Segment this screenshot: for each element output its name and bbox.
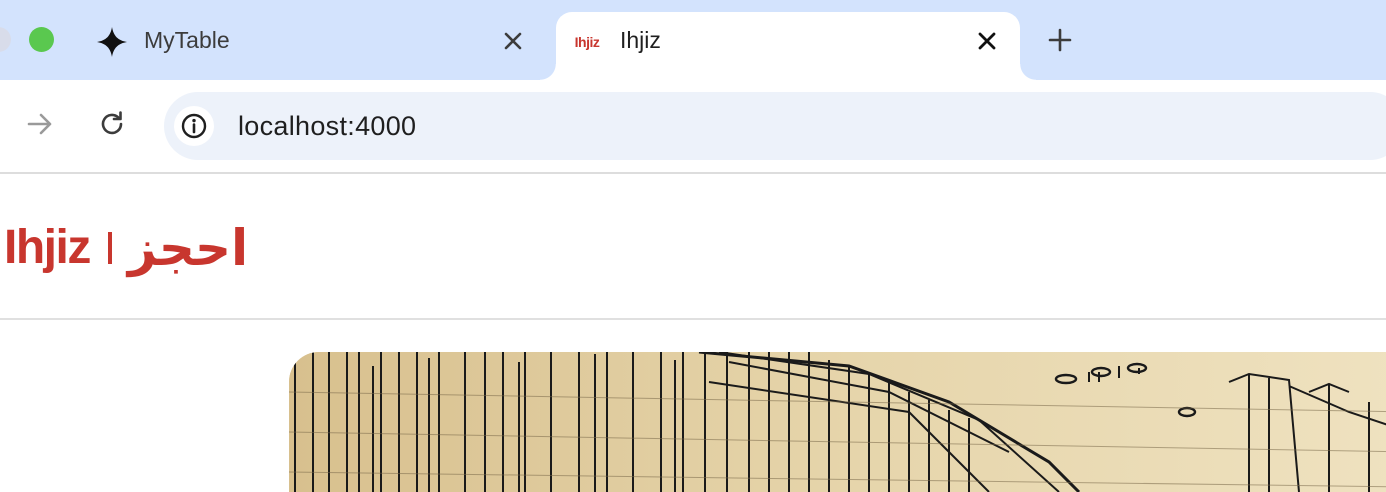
site-header: Ihjiz احجز [0,174,1386,318]
tab-mytable[interactable]: MyTable [84,12,544,80]
window-control-partial[interactable] [0,27,11,52]
logo-separator [107,232,112,264]
logo-latin-text: Ihjiz [4,221,91,274]
tab-strip: MyTable Ihjiz Ihjiz [0,0,1386,80]
address-bar[interactable]: localhost:4000 [164,92,1386,160]
brand-logo[interactable]: Ihjiz احجز [4,218,248,278]
tab-title: MyTable [144,27,230,53]
info-icon[interactable] [174,106,214,146]
tab-title: Ihjiz [620,27,661,53]
new-tab-plus-icon[interactable] [1042,22,1078,58]
architectural-sketch-illustration [289,352,1386,492]
tab-ihjiz[interactable]: Ihjiz Ihjiz [540,12,1036,80]
hero-image [289,352,1386,492]
header-divider [0,318,1386,320]
sparkle-icon [96,26,128,58]
close-icon[interactable] [972,26,1002,56]
browser-toolbar: localhost:4000 [0,80,1386,172]
logo-arabic-text: احجز [127,219,249,277]
window-zoom-button[interactable] [29,27,54,52]
ihjiz-favicon-icon: Ihjiz [574,34,600,50]
reload-icon[interactable] [92,104,132,144]
forward-arrow-icon[interactable] [20,104,60,144]
close-icon[interactable] [498,26,528,56]
url-text: localhost:4000 [238,111,417,141]
